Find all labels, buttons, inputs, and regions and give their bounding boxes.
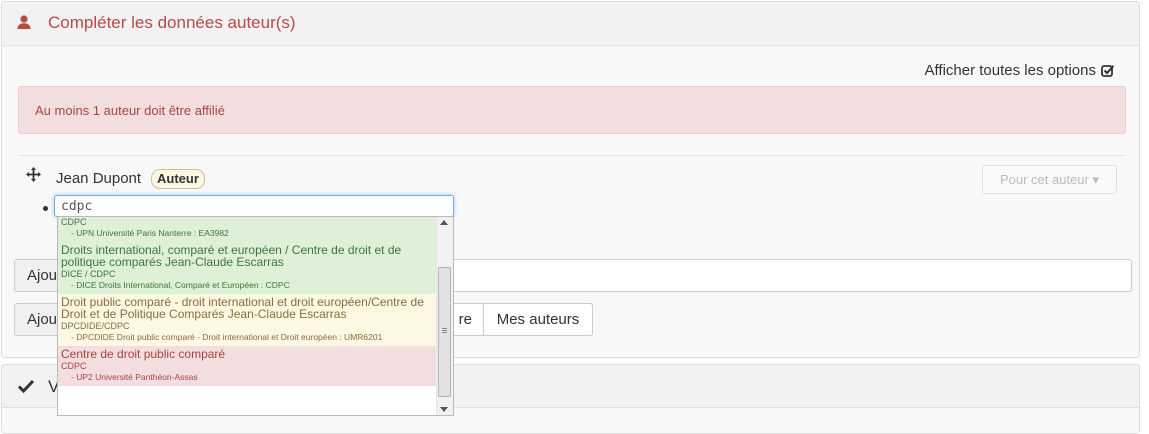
author-input[interactable] xyxy=(442,259,1132,292)
panel-heading: Compléter les données auteur(s) xyxy=(2,2,1139,46)
suggestion-acronym: DPCDIDE/CDPC xyxy=(61,321,130,331)
scrollbar[interactable] xyxy=(436,217,453,415)
affiliation-alert: Au moins 1 auteur doit être affilié xyxy=(18,86,1126,134)
scrollbar-thumb[interactable] xyxy=(438,267,451,397)
suggestion-item[interactable]: Droit public comparé - droit internation… xyxy=(58,294,436,346)
grip-icon xyxy=(442,328,447,329)
show-all-options-label: Afficher toutes les options xyxy=(924,62,1097,79)
check-square-icon xyxy=(1101,64,1115,77)
affiliation-search-input[interactable] xyxy=(54,195,454,217)
suggestion-detail: - UP2 Université Panthéon-Assas xyxy=(71,372,198,382)
suggestion-detail: - DICE Droits International, Comparé et … xyxy=(71,280,290,290)
panel-title: Compléter les données auteur(s) xyxy=(48,13,296,32)
suggestion-acronym: CDPC xyxy=(61,217,87,227)
author-name: Jean Dupont xyxy=(56,170,142,187)
suggestion-acronym: DICE / CDPC xyxy=(61,269,116,279)
suggestion-detail: - UPN Université Paris Nanterre : EA3982 xyxy=(71,228,229,238)
user-icon xyxy=(17,15,31,29)
suggestion-title: Droit public comparé - droit internation… xyxy=(61,295,424,321)
list-bullet xyxy=(43,206,48,211)
alert-message: Au moins 1 auteur doit être affilié xyxy=(35,103,225,118)
divider xyxy=(18,155,1125,156)
checkmark-icon xyxy=(18,379,34,393)
affiliation-suggestion-list[interactable]: CDPC - UPN Université Paris Nanterre : E… xyxy=(57,216,454,416)
suggestion-acronym: CDPC xyxy=(61,361,87,371)
for-this-author-dropdown[interactable]: Pour cet auteur ▾ xyxy=(982,165,1117,194)
show-all-options-toggle[interactable]: Afficher toutes les options xyxy=(925,62,1116,79)
suggestion-item[interactable]: Centre de droit public comparé CDPC - UP… xyxy=(58,346,436,386)
move-icon[interactable] xyxy=(26,167,41,182)
suggestion-item[interactable]: CDPC - UPN Université Paris Nanterre : E… xyxy=(58,217,436,242)
scroll-up-arrow-icon[interactable] xyxy=(440,220,448,225)
suggestion-title: Droits international, comparé et europée… xyxy=(61,243,402,269)
scroll-down-arrow-icon[interactable] xyxy=(440,407,448,412)
my-authors-button[interactable]: Mes auteurs xyxy=(483,303,593,336)
suggestion-item[interactable]: Droits international, comparé et europée… xyxy=(58,242,436,294)
role-badge: Auteur xyxy=(151,169,205,189)
suggestion-detail: - DPCDIDE Droit public comparé - Droit i… xyxy=(71,332,383,342)
suggestion-content: CDPC - UPN Université Paris Nanterre : E… xyxy=(58,217,436,386)
suggestion-title: Centre de droit public comparé xyxy=(61,347,226,361)
